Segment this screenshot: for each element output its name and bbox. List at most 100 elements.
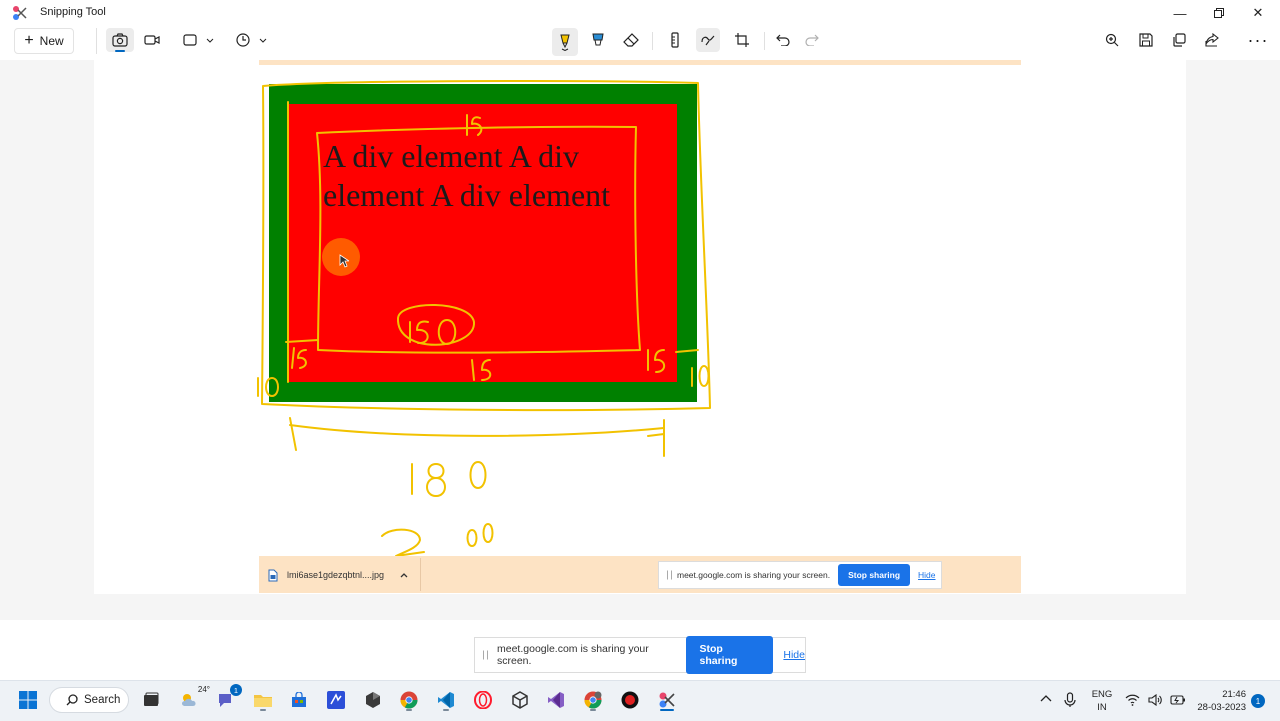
weather-temp: 24° (197, 685, 210, 694)
running-indicator (443, 709, 449, 711)
drag-handle-icon[interactable] (667, 570, 672, 580)
more-options-button[interactable]: ··· (1246, 28, 1270, 52)
new-snip-button[interactable]: + New (14, 28, 74, 54)
screen-share-notice: meet.google.com is sharing your screen. … (474, 636, 806, 674)
taskbar-search[interactable]: Search (49, 687, 129, 713)
div-element-text: A div element A div element A div elemen… (323, 138, 611, 213)
microphone-icon (1064, 692, 1076, 707)
snipping-tool-taskbar-button[interactable] (653, 687, 681, 713)
rectangle-mode-icon (183, 34, 197, 46)
app-button[interactable] (359, 687, 387, 713)
weather-widget[interactable]: 24° (176, 685, 210, 713)
restore-button[interactable] (1199, 0, 1239, 26)
drag-handle-icon[interactable] (483, 650, 488, 660)
timer-icon (236, 33, 250, 47)
start-icon (19, 691, 37, 709)
snipping-tool-app-icon (13, 6, 27, 20)
clock-time: 21:46 (1222, 689, 1246, 700)
unity-button[interactable] (506, 687, 534, 713)
copy-button[interactable] (1167, 28, 1191, 52)
screen-recorder-button[interactable] (616, 687, 644, 713)
ruler-icon (671, 32, 679, 48)
language-code: ENG (1091, 689, 1113, 700)
visual-studio-purple-button[interactable] (542, 687, 570, 713)
running-indicator (260, 709, 266, 711)
microphone-button[interactable] (1063, 692, 1077, 708)
hide-link[interactable]: Hide (918, 570, 935, 580)
chrome-profile-button[interactable] (579, 687, 607, 713)
clock[interactable]: 21:46 28-03-2023 (1186, 688, 1246, 714)
notification-badge[interactable]: 1 (1251, 694, 1265, 708)
highlighter-button[interactable] (586, 28, 610, 52)
language-indicator[interactable]: ENG IN (1090, 688, 1114, 714)
chrome-button[interactable] (395, 687, 423, 713)
task-view-icon (144, 692, 159, 706)
visual-studio-button[interactable] (322, 687, 350, 713)
store-button[interactable] (285, 687, 313, 713)
show-hidden-icons-button[interactable] (1039, 692, 1053, 706)
share-button[interactable] (1200, 28, 1224, 52)
clock-date: 28-03-2023 (1197, 702, 1246, 713)
share-message: meet.google.com is sharing your screen. (677, 570, 831, 580)
save-icon (1139, 33, 1153, 47)
task-view-button[interactable] (137, 687, 165, 713)
ballpoint-pen-icon (560, 34, 570, 51)
chat-button[interactable]: 1 (212, 684, 242, 713)
delay-button[interactable] (231, 28, 255, 52)
stop-sharing-button[interactable]: Stop sharing (686, 636, 774, 674)
toolbar-divider (764, 32, 765, 50)
browser-strip (259, 60, 1021, 65)
snip-mode-button[interactable] (106, 28, 134, 52)
redo-button[interactable] (800, 28, 824, 52)
file-explorer-icon (254, 695, 272, 707)
close-button[interactable]: ✕ (1238, 0, 1278, 26)
snip-shape-dropdown[interactable] (205, 28, 215, 52)
eraser-button[interactable] (619, 28, 643, 52)
download-filename[interactable]: lmi6ase1gdezqbtnl....jpg (287, 570, 384, 580)
highlighter-icon (592, 33, 604, 46)
undo-button[interactable] (771, 28, 795, 52)
zoom-icon (1105, 33, 1119, 47)
chevron-down-icon (259, 38, 267, 43)
toolbar-divider (652, 32, 653, 50)
snip-shape-button[interactable] (178, 28, 202, 52)
zoom-button[interactable] (1100, 28, 1124, 52)
undo-icon (776, 34, 790, 46)
active-indicator (660, 709, 674, 711)
quick-settings-button[interactable] (1125, 692, 1189, 708)
vscode-button[interactable] (432, 687, 460, 713)
plus-icon: + (24, 32, 34, 49)
share-icon (1205, 33, 1219, 47)
search-label: Search (84, 694, 121, 706)
video-icon (144, 35, 160, 45)
chevron-up-icon[interactable] (398, 569, 410, 581)
chat-badge: 1 (230, 684, 242, 696)
region-code: IN (1097, 702, 1107, 713)
touch-writing-button[interactable] (696, 28, 720, 52)
mouse-pointer-icon (339, 254, 349, 268)
crop-button[interactable] (730, 28, 754, 52)
file-icon (268, 569, 278, 582)
delay-dropdown[interactable] (258, 28, 268, 52)
stop-sharing-button[interactable]: Stop sharing (838, 564, 911, 586)
battery-icon (1170, 695, 1185, 705)
toolbar-divider (96, 28, 97, 54)
ruler-button[interactable] (663, 28, 687, 52)
opera-button[interactable] (469, 687, 497, 713)
hide-link[interactable]: Hide (783, 649, 805, 661)
record-mode-button[interactable] (139, 28, 165, 52)
file-explorer-button[interactable] (249, 687, 277, 713)
save-button[interactable] (1134, 28, 1158, 52)
minimize-button[interactable]: — (1160, 0, 1200, 26)
more-icon: ··· (1247, 30, 1269, 50)
chrome-icon (400, 691, 418, 709)
chrome-profile-icon (584, 691, 602, 709)
wifi-icon (1125, 694, 1140, 706)
ballpoint-pen-button[interactable] (552, 28, 578, 56)
screen-share-notice-inner: meet.google.com is sharing your screen. … (658, 561, 942, 589)
start-button[interactable] (14, 687, 42, 713)
store-icon (292, 692, 306, 707)
close-icon: ✕ (1252, 5, 1264, 20)
record-icon (621, 691, 639, 709)
eraser-icon (623, 33, 639, 47)
